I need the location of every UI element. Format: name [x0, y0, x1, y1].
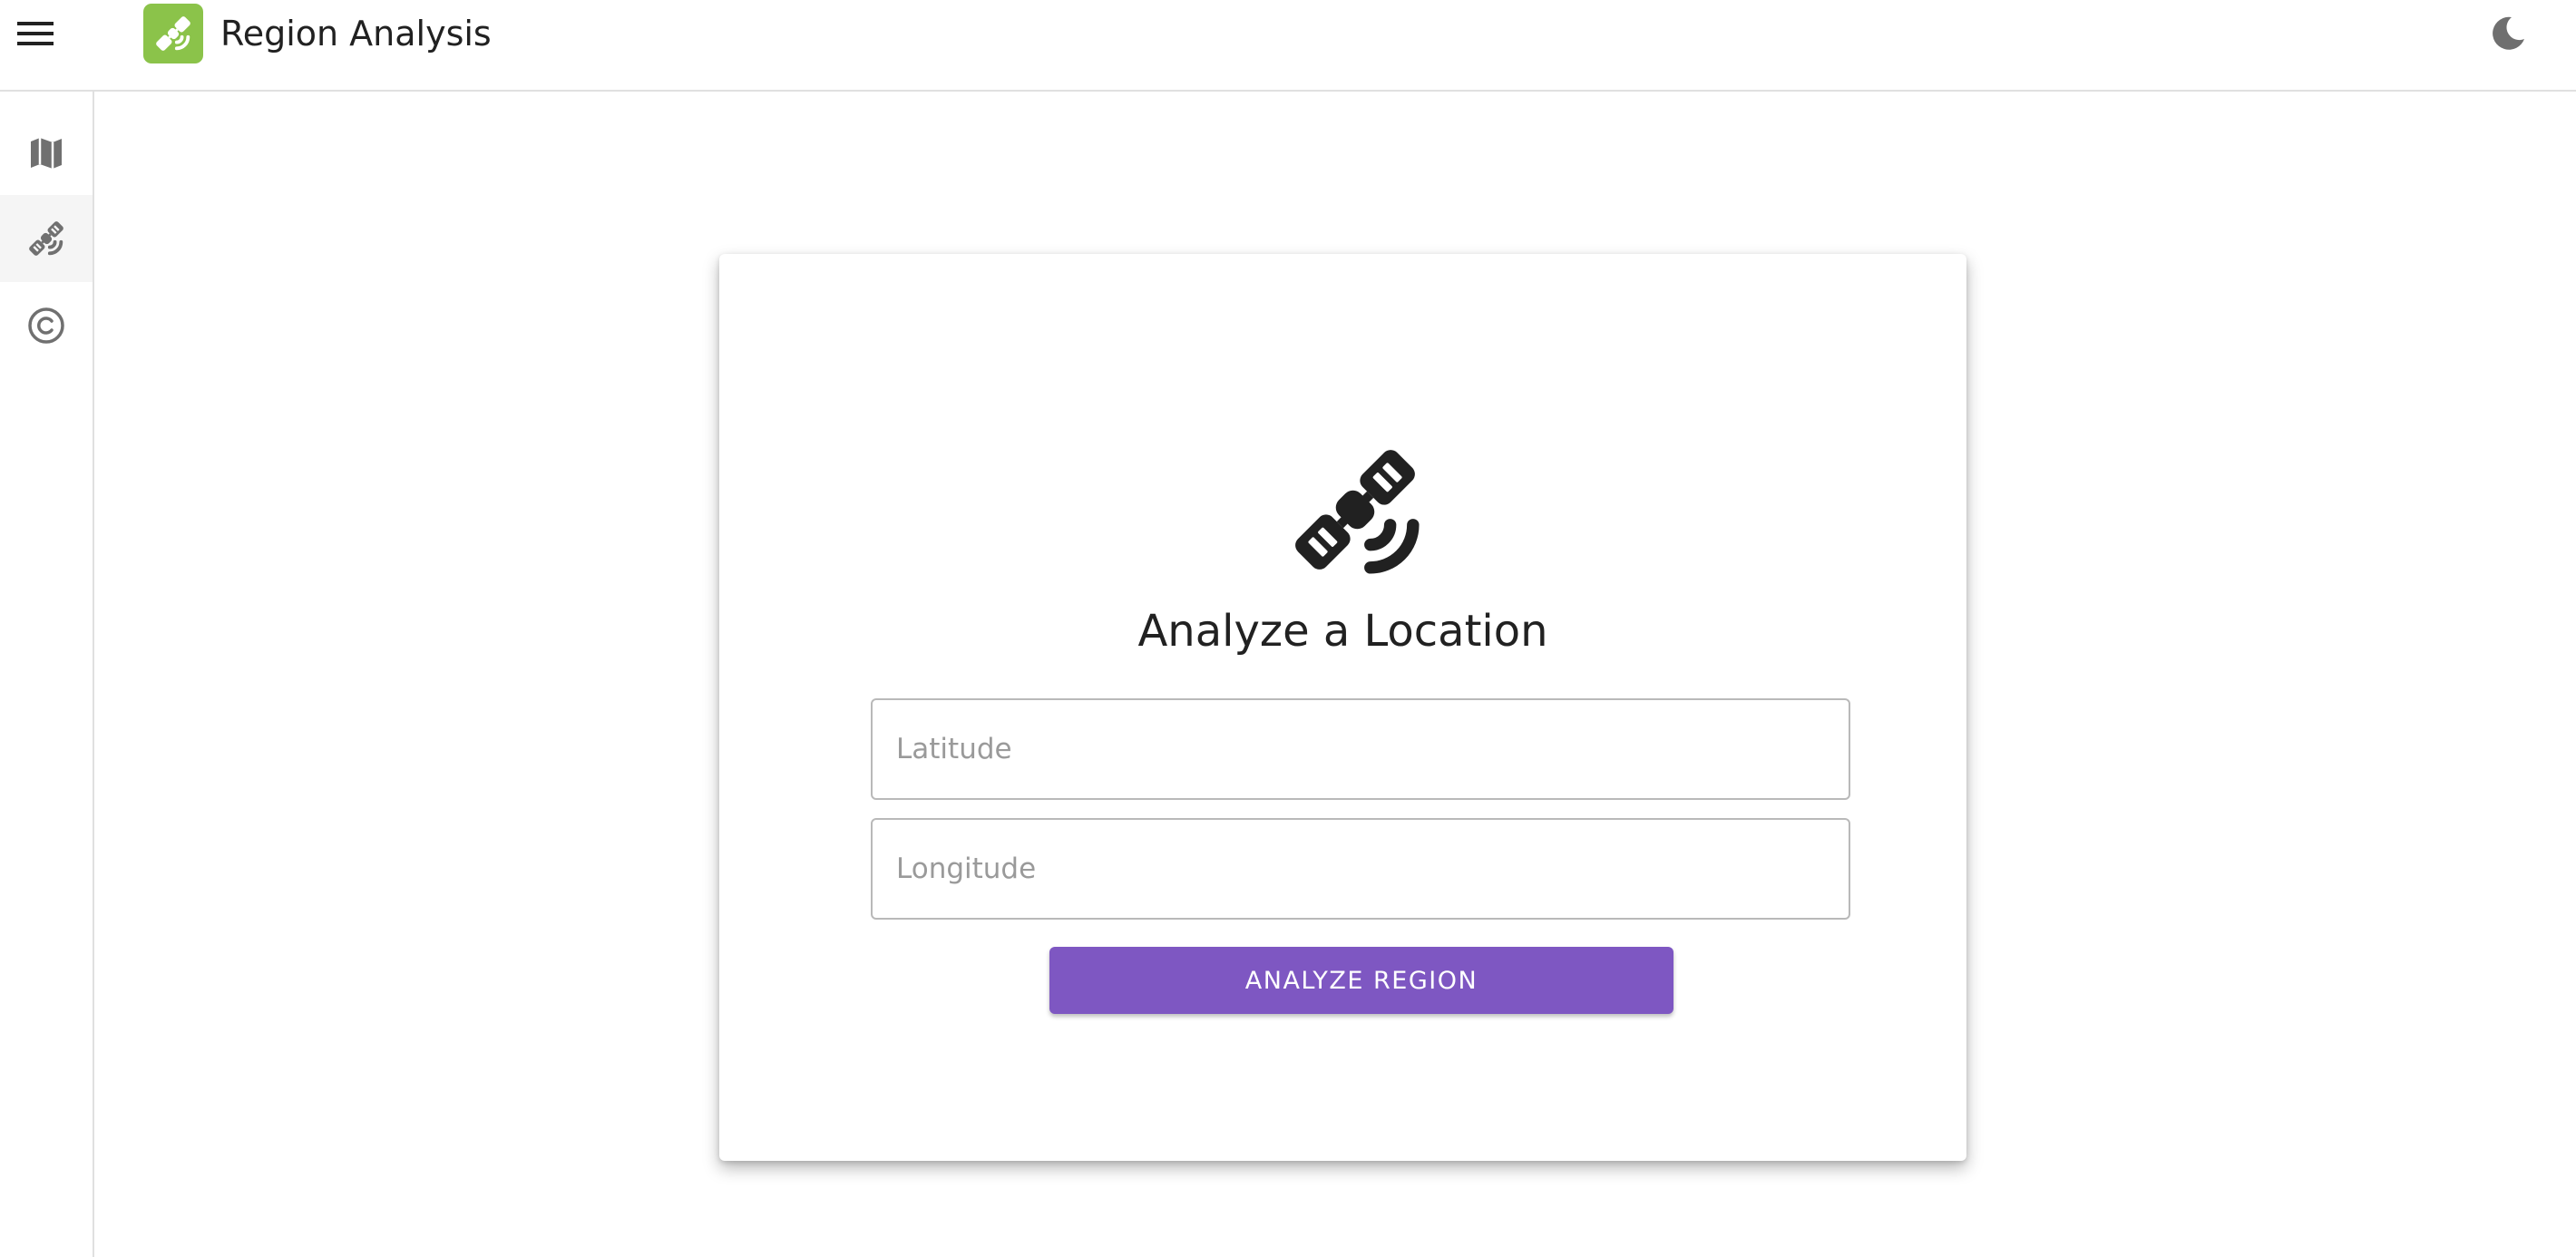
app-logo: [143, 4, 203, 63]
satellite-icon: [156, 16, 190, 51]
latitude-input[interactable]: [873, 700, 1849, 798]
analyze-location-card: Analyze a Location ANALYZE REGION: [719, 254, 1966, 1161]
hamburger-menu-icon: [17, 22, 54, 45]
copyright-icon: [28, 307, 64, 344]
latitude-field: [871, 698, 1850, 800]
satellite-icon: [29, 221, 63, 256]
sidebar-item-map[interactable]: [0, 110, 93, 197]
analyze-region-button[interactable]: ANALYZE REGION: [1049, 947, 1673, 1014]
card-title: Analyze a Location: [1137, 606, 1548, 657]
sidebar-nav: [0, 92, 94, 1257]
longitude-input[interactable]: [873, 820, 1849, 918]
theme-toggle-button[interactable]: [2485, 11, 2531, 56]
satellite-icon: [1295, 450, 1420, 574]
app-bar: Region Analysis: [0, 0, 2576, 92]
longitude-field: [871, 818, 1850, 920]
moon-icon: [2493, 16, 2524, 50]
map-icon: [31, 138, 62, 169]
sidebar-item-copyright[interactable]: [0, 282, 93, 369]
app-title: Region Analysis: [220, 14, 492, 54]
sidebar-item-region-analysis[interactable]: [0, 195, 93, 282]
menu-button[interactable]: [15, 15, 56, 53]
